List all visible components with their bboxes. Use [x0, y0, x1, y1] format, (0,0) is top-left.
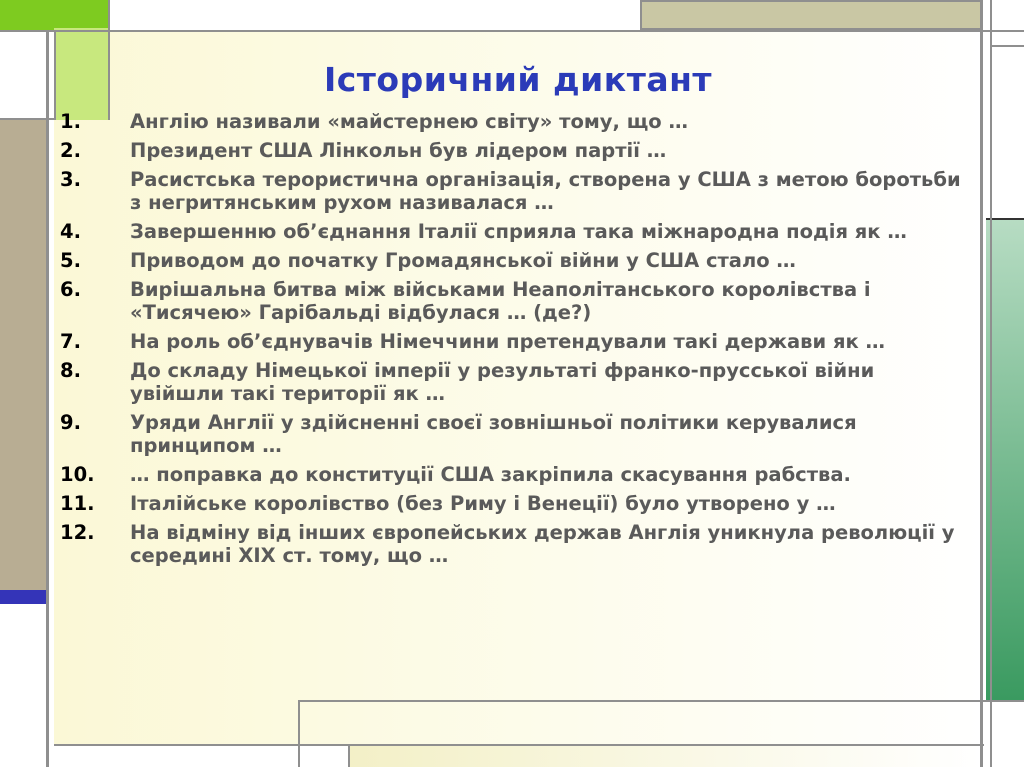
item-text: Англію називали «майстернею світу» тому,… — [130, 110, 688, 133]
frame-line — [348, 746, 350, 767]
list-item: 2. Президент США Лінкольн був лідером пар… — [60, 139, 980, 162]
item-number: 5. — [60, 249, 81, 272]
item-text: На роль об’єднувачів Німеччини претендув… — [130, 330, 886, 353]
frame-line — [990, 45, 1024, 47]
item-text: Уряди Англії у здійсненні своєї зовнішнь… — [130, 411, 857, 457]
frame-line — [0, 30, 1024, 32]
item-number: 11. — [60, 492, 95, 515]
frame-line — [54, 744, 984, 746]
item-text: Завершенню об’єднання Італії сприяла так… — [130, 220, 907, 243]
frame-line — [298, 700, 982, 702]
item-number: 10. — [60, 463, 95, 486]
item-text: Італійське королівство (без Риму і Венец… — [130, 492, 836, 515]
item-text: … поправка до конституції США закріпила … — [130, 463, 851, 486]
frame-line — [982, 700, 1024, 702]
frame-line — [990, 0, 992, 767]
item-number: 6. — [60, 278, 81, 301]
list-item: 4. Завершенню об’єднання Італії сприяла т… — [60, 220, 980, 243]
list-item: 3. Расистська терористична організація, с… — [60, 168, 980, 214]
list-item: 12. На відміну від інших європейських дер… — [60, 521, 980, 567]
frame-line — [298, 700, 300, 767]
list-item: 7. На роль об’єднувачів Німеччини претенд… — [60, 330, 980, 353]
list-item: 9. Уряди Англії у здійсненні своєї зовніш… — [60, 411, 980, 457]
list-item: 6. Вирішальна битва між військами Неаполі… — [60, 278, 980, 324]
item-text: Вирішальна битва між військами Неаполіта… — [130, 278, 871, 324]
frame-line — [46, 30, 49, 767]
item-number: 7. — [60, 330, 81, 353]
item-text: Приводом до початку Громадянської війни … — [130, 249, 796, 272]
page-title: Історичний диктант — [323, 60, 713, 99]
item-number: 4. — [60, 220, 81, 243]
decor-green-block — [0, 0, 108, 30]
item-text: На відміну від інших європейських держав… — [130, 521, 955, 567]
item-number: 3. — [60, 168, 81, 191]
decor-blue-bar — [0, 590, 46, 604]
list-item: 8. До складу Німецької імперії у результа… — [60, 359, 980, 405]
item-text: Расистська терористична організація, ств… — [130, 168, 961, 214]
decor-tan-bar — [0, 120, 46, 590]
list-item: 11. Італійське королівство (без Риму і Ве… — [60, 492, 980, 515]
decor-khaki-block — [640, 0, 982, 30]
item-text: Президент США Лінкольн був лідером парті… — [130, 139, 667, 162]
decor-bottom-strip — [350, 746, 980, 767]
item-number: 2. — [60, 139, 81, 162]
list-item: 10. … поправка до конституції США закріпи… — [60, 463, 980, 486]
list-item: 5. Приводом до початку Громадянської війн… — [60, 249, 980, 272]
item-number: 1. — [60, 110, 81, 133]
item-number: 9. — [60, 411, 81, 434]
list-item: 1. Англію називали «майстернею світу» том… — [60, 110, 980, 133]
item-text: До складу Німецької імперії у результаті… — [130, 359, 875, 405]
frame-line — [980, 0, 983, 767]
item-number: 8. — [60, 359, 81, 382]
question-list: 1. Англію називали «майстернею світу» том… — [60, 110, 980, 573]
item-number: 12. — [60, 521, 95, 544]
